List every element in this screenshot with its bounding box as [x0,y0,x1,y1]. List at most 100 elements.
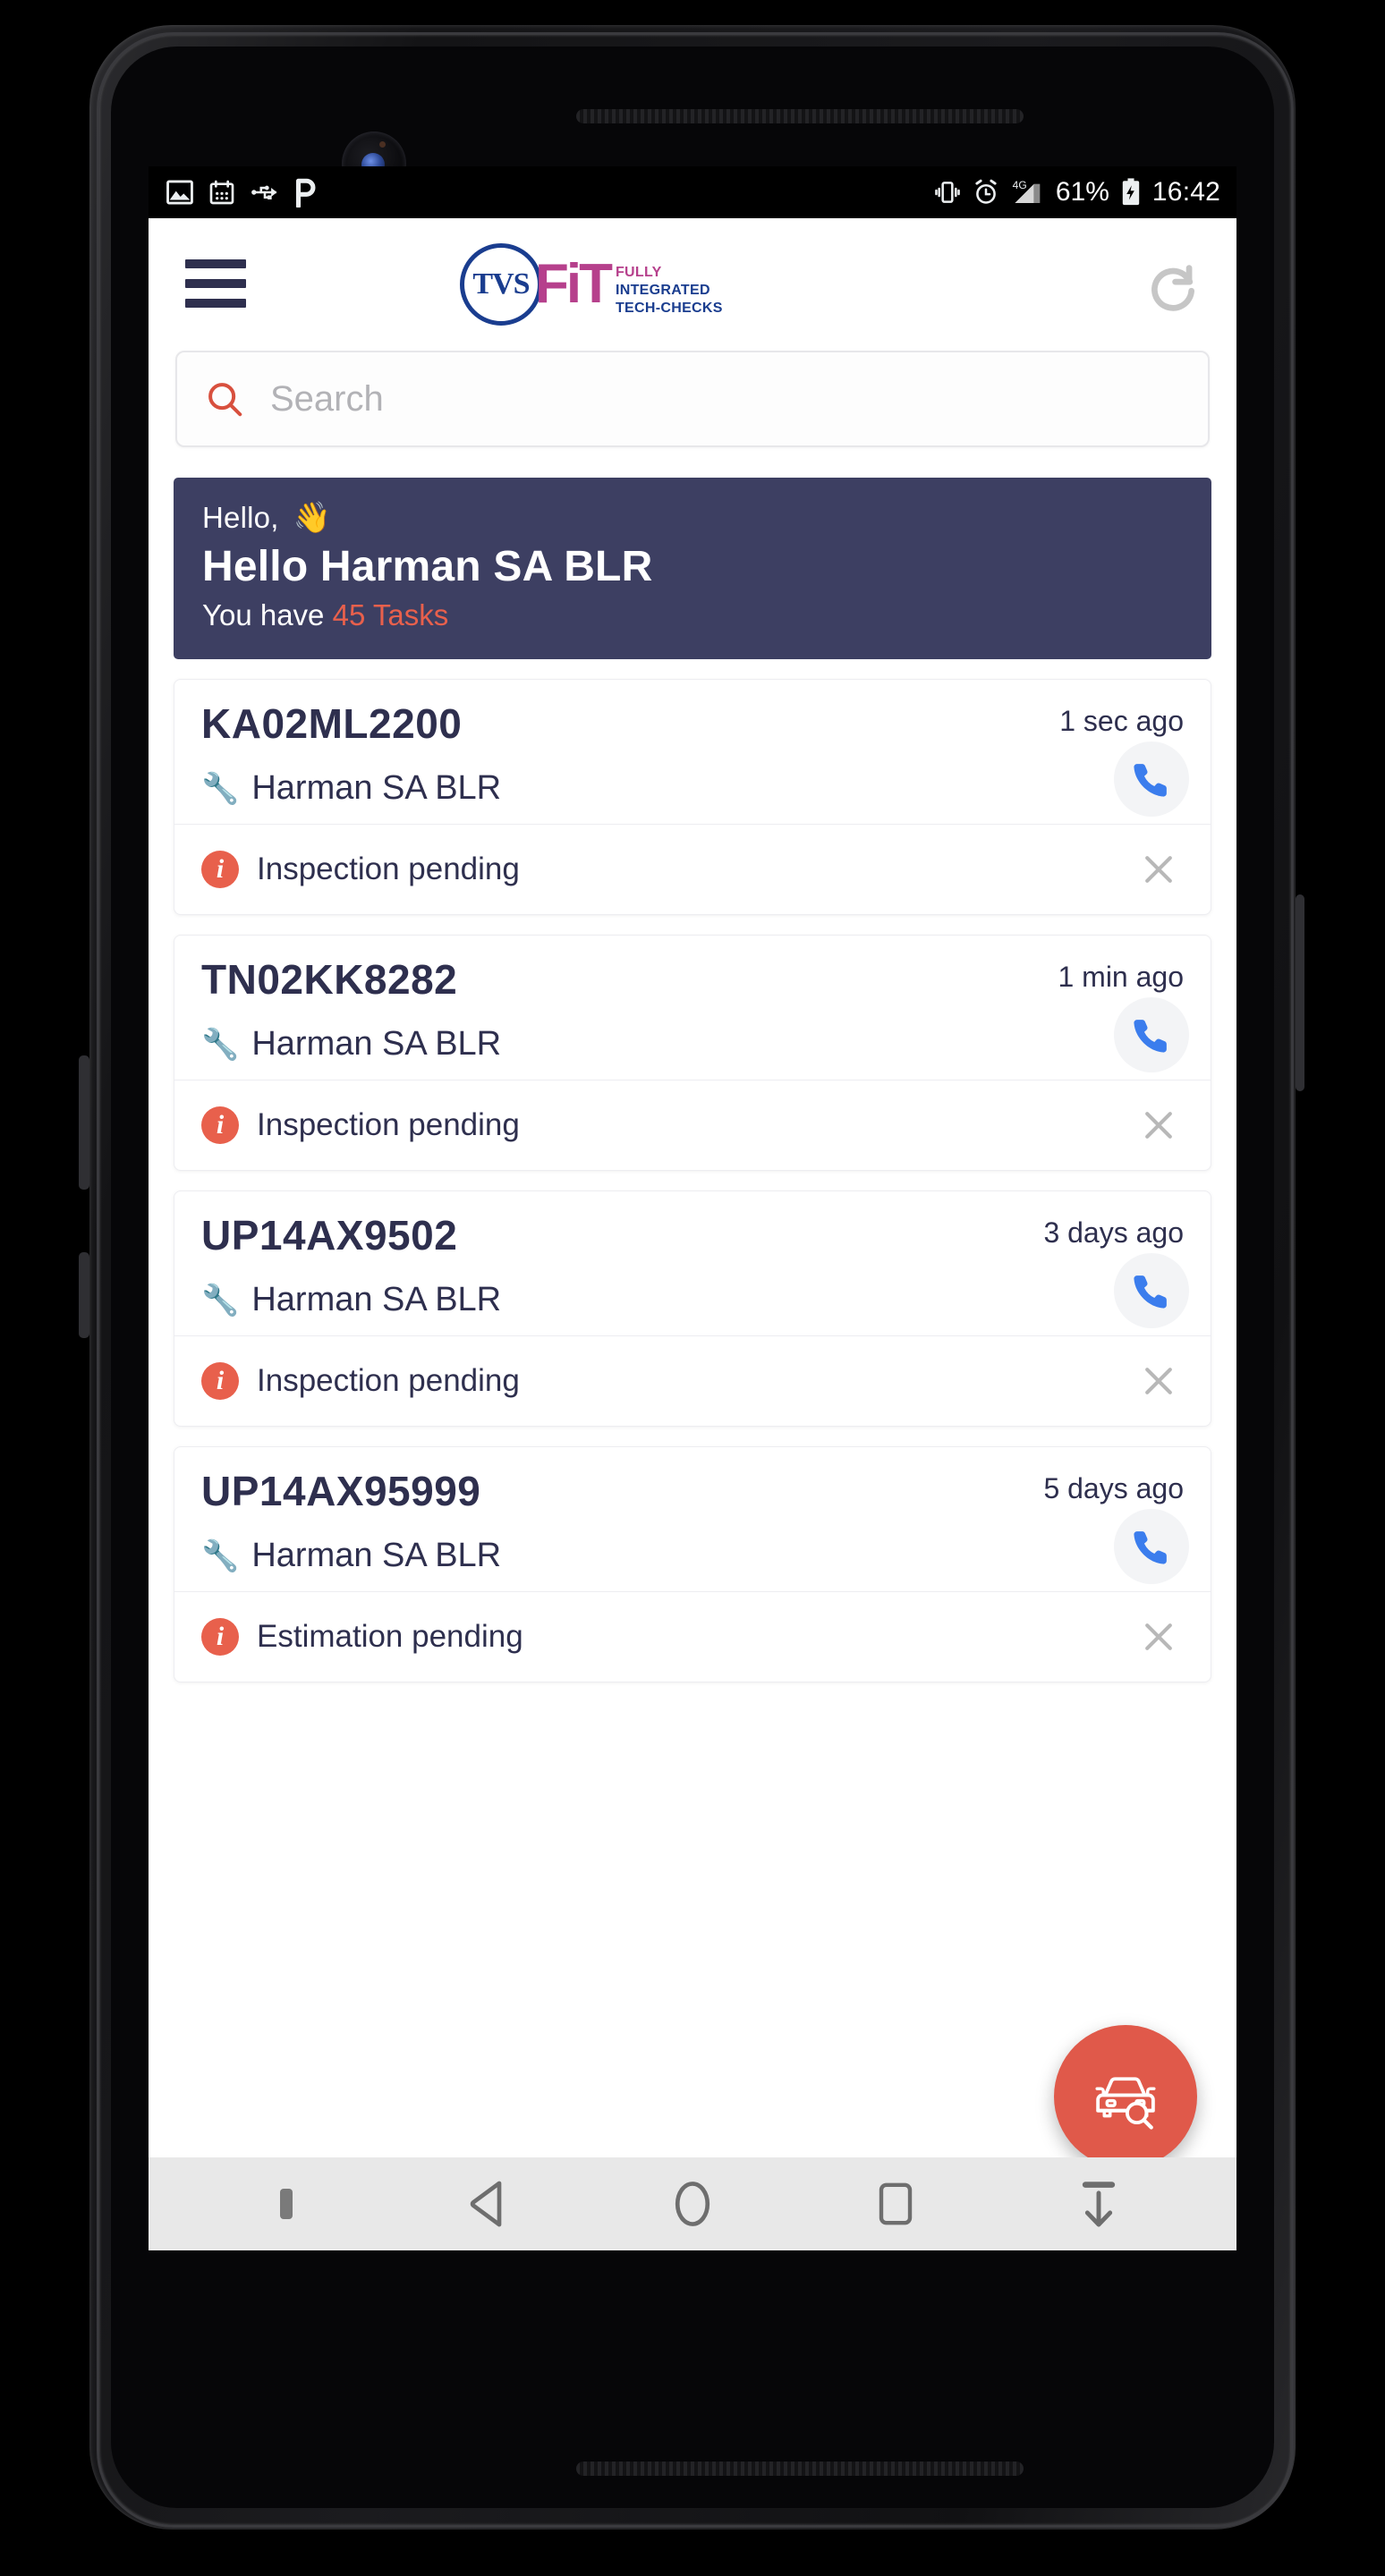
back-icon[interactable] [436,2168,543,2240]
task-card[interactable]: UP14AX9502 3 days ago 🔧 Harman SA BLR i Inspe… [174,1191,1211,1427]
status-bar-left-icons [165,177,319,208]
battery-charging-icon [1122,178,1140,206]
wrench-icon: 🔧 [201,771,240,806]
call-button[interactable] [1114,997,1189,1072]
recents-icon[interactable] [842,2168,949,2240]
back-triangle [470,2181,502,2227]
svg-text:4G: 4G [1013,179,1027,191]
task-card[interactable]: TN02KK8282 1 min ago 🔧 Harman SA BLR i Inspec… [174,935,1211,1171]
task-card-header: UP14AX9502 3 days ago 🔧 Harman SA BLR [174,1191,1211,1335]
tasks-prefix-label: You have [202,598,333,631]
car-inspection-icon [1095,2077,1156,2130]
task-card-header: TN02KK8282 1 min ago 🔧 Harman SA BLR [174,936,1211,1080]
android-navigation-bar [149,2157,1236,2250]
tagline-line-2: INTEGRATED [615,283,710,298]
greeting-user-name: Hello Harman SA BLR [202,543,653,590]
phone-icon [1134,764,1167,797]
task-location-row: 🔧 Harman SA BLR [201,1537,1184,1575]
task-status-row: i Inspection pending [174,1336,1211,1426]
volume-button[interactable] [79,1055,89,1190]
vehicle-registration: UP14AX9502 [201,1212,458,1258]
task-timestamp: 1 min ago [1058,961,1184,993]
task-location-label: Harman SA BLR [251,1537,502,1574]
phone-icon [1134,1531,1167,1564]
clock-label: 16:42 [1151,177,1220,207]
greeting-banner: Hello, 👋 Hello Harman SA BLR You have 45… [174,478,1211,659]
task-status-label: Inspection pending [257,1107,520,1142]
task-location-row: 🔧 Harman SA BLR [201,1281,1184,1319]
vehicle-inspection-fab[interactable] [1054,2025,1197,2168]
search-icon [208,383,242,417]
hide-keyboard-icon[interactable] [1045,2168,1152,2240]
home-icon[interactable] [639,2168,746,2240]
vehicle-registration: TN02KK8282 [201,956,458,1003]
task-list-scroll-area[interactable]: Hello, 👋 Hello Harman SA BLR You have 45… [149,465,1236,2250]
greeting-tasks-row: You have 45 Tasks [202,598,1183,632]
alarm-icon [975,179,997,204]
task-status-row: i Inspection pending [174,825,1211,914]
phone-icon [1134,1020,1167,1053]
tvs-logo-mark: TVS [460,243,542,326]
tagline-line-1: FULLY [615,265,662,280]
info-icon: i [201,851,239,888]
phone-icon [1134,1275,1167,1309]
tasks-count-label[interactable]: 45 Tasks [333,598,449,631]
hamburger-bar-2 [185,279,246,288]
waving-hand-icon: 👋 [293,501,332,535]
info-icon: i [201,1362,239,1400]
close-icon[interactable] [1137,1360,1180,1402]
ime-switcher-icon[interactable] [233,2168,340,2240]
search-box[interactable] [175,351,1210,447]
task-status-label: Estimation pending [257,1619,523,1654]
android-status-bar: 4G 61% 16:42 [149,166,1236,218]
p-app-icon [295,178,316,208]
ime-dot [279,2189,293,2219]
tvs-logo-text: TVS [472,267,530,301]
home-circle [675,2182,710,2226]
earpiece-speaker [576,109,1024,123]
vehicle-registration: UP14AX95999 [201,1468,481,1514]
app-header: TVS FiT FULLY INTEGRATED TECH-CHECKS [149,218,1236,351]
hamburger-bar-1 [185,259,246,268]
calendar-icon [209,180,234,205]
task-status-label: Inspection pending [257,1363,520,1398]
battery-percent-label: 61% [1055,177,1109,207]
app-screen: 4G 61% 16:42 TVS FiT FULLY INTEGRATED TE… [149,166,1236,2250]
hamburger-menu-icon[interactable] [185,259,246,308]
call-button[interactable] [1114,1253,1189,1328]
task-timestamp: 3 days ago [1043,1216,1184,1249]
call-button[interactable] [1114,1509,1189,1584]
task-timestamp: 5 days ago [1043,1472,1184,1504]
wrench-icon: 🔧 [201,1283,240,1318]
task-location-label: Harman SA BLR [251,1281,502,1318]
call-button[interactable] [1114,741,1189,817]
task-card-header: UP14AX95999 5 days ago 🔧 Harman SA BLR [174,1447,1211,1591]
wrench-icon: 🔧 [201,1027,240,1062]
recents-square [879,2182,913,2225]
side-rail [1296,894,1304,1091]
task-timestamp: 1 sec ago [1059,705,1184,737]
task-card-list: KA02ML2200 1 sec ago 🔧 Harman SA BLR i Inspec… [149,679,1236,1682]
search-bar-container [149,351,1236,465]
task-card[interactable]: KA02ML2200 1 sec ago 🔧 Harman SA BLR i Inspec… [174,679,1211,915]
power-button[interactable] [79,1252,89,1338]
vibrate-icon [935,182,960,203]
sensor-dot [379,141,386,148]
hamburger-bar-3 [185,299,246,308]
task-location-row: 🔧 Harman SA BLR [201,769,1184,808]
task-card[interactable]: UP14AX95999 5 days ago 🔧 Harman SA BLR i Esti… [174,1446,1211,1682]
search-input[interactable] [268,377,1181,420]
close-icon[interactable] [1137,1104,1180,1147]
task-status-label: Inspection pending [257,852,520,886]
down-arrow [1083,2182,1116,2227]
task-location-row: 🔧 Harman SA BLR [201,1025,1184,1063]
info-icon: i [201,1106,239,1144]
greeting-hello-label: Hello, [202,501,279,534]
refresh-icon[interactable] [1145,258,1201,313]
vehicle-registration: KA02ML2200 [201,700,463,747]
task-status-row: i Estimation pending [174,1592,1211,1682]
greeting-hello-row: Hello, 👋 [202,501,1183,535]
close-icon[interactable] [1137,848,1180,891]
close-icon[interactable] [1137,1615,1180,1658]
task-status-row: i Inspection pending [174,1080,1211,1170]
